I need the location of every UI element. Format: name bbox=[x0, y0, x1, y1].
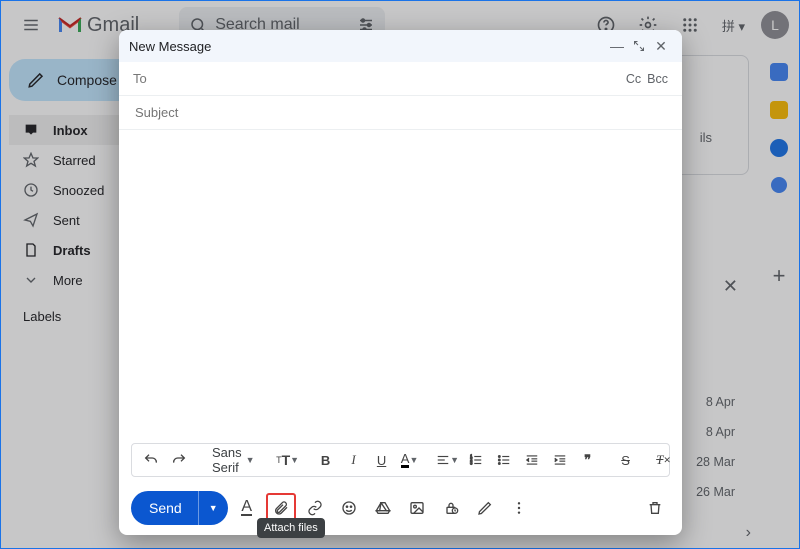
italic-icon[interactable]: I bbox=[341, 447, 367, 473]
to-input[interactable] bbox=[155, 70, 620, 87]
dialog-actions: Send ▼ A bbox=[119, 483, 682, 535]
underline-icon[interactable]: U bbox=[369, 447, 395, 473]
bulleted-list-icon[interactable] bbox=[491, 447, 517, 473]
message-body[interactable] bbox=[119, 130, 682, 443]
send-button[interactable]: Send ▼ bbox=[131, 491, 228, 525]
account-avatar[interactable]: L bbox=[761, 11, 789, 39]
addons-plus-icon[interactable]: + bbox=[773, 263, 786, 289]
dialog-title: New Message bbox=[129, 39, 211, 54]
clear-format-icon[interactable]: T✕ bbox=[651, 447, 677, 473]
calendar-icon[interactable] bbox=[770, 63, 788, 81]
input-method[interactable]: 拼 ▾ bbox=[722, 16, 745, 35]
font-selector[interactable]: Sans Serif▼ bbox=[204, 445, 263, 475]
quote-icon[interactable]: ❞ bbox=[575, 447, 601, 473]
signature-icon[interactable] bbox=[470, 493, 500, 523]
minimize-icon[interactable]: — bbox=[606, 35, 628, 57]
tasks-icon[interactable] bbox=[770, 139, 788, 157]
outdent-icon[interactable] bbox=[519, 447, 545, 473]
attach-tooltip: Attach files bbox=[257, 518, 325, 538]
file-icon bbox=[23, 242, 39, 258]
menu-icon[interactable] bbox=[15, 9, 47, 41]
expand-more-icon bbox=[23, 272, 39, 288]
drive-icon[interactable] bbox=[368, 493, 398, 523]
inbox-icon bbox=[23, 122, 39, 138]
svg-text:3: 3 bbox=[470, 461, 473, 466]
strikethrough-icon[interactable]: S bbox=[613, 447, 639, 473]
bcc-button[interactable]: Bcc bbox=[647, 72, 668, 86]
emoji-icon[interactable] bbox=[334, 493, 364, 523]
format-toolbar: Sans Serif▼ TT▼ B I U A▼ ▼ 123 ❞ S T✕ bbox=[131, 443, 670, 477]
keep-icon[interactable] bbox=[770, 101, 788, 119]
compose-dialog: New Message — ✕ To Cc Bcc Sans Serif▼ TT… bbox=[119, 30, 682, 535]
star-icon bbox=[23, 152, 39, 168]
image-icon[interactable] bbox=[402, 493, 432, 523]
to-row[interactable]: To Cc Bcc bbox=[119, 62, 682, 96]
clock-icon bbox=[23, 182, 39, 198]
subject-input[interactable] bbox=[133, 104, 668, 121]
text-color-icon[interactable]: A▼ bbox=[397, 447, 423, 473]
text-size-icon[interactable]: TT▼ bbox=[275, 447, 301, 473]
send-more-icon[interactable]: ▼ bbox=[198, 491, 228, 525]
close-icon[interactable]: ✕ bbox=[650, 35, 672, 57]
close-icon[interactable]: ✕ bbox=[723, 276, 738, 297]
indent-icon[interactable] bbox=[547, 447, 573, 473]
redo-icon[interactable] bbox=[166, 447, 192, 473]
chevron-right-icon[interactable]: › bbox=[746, 524, 751, 542]
send-icon bbox=[23, 212, 39, 228]
dialog-header[interactable]: New Message — ✕ bbox=[119, 30, 682, 62]
cc-button[interactable]: Cc bbox=[626, 72, 641, 86]
exit-fullscreen-icon[interactable] bbox=[628, 35, 650, 57]
contacts-icon[interactable] bbox=[771, 177, 787, 193]
numbered-list-icon[interactable]: 123 bbox=[463, 447, 489, 473]
align-icon[interactable]: ▼ bbox=[435, 447, 461, 473]
pencil-icon bbox=[27, 71, 45, 89]
trash-icon[interactable] bbox=[640, 493, 670, 523]
to-label: To bbox=[133, 71, 147, 86]
side-panel: + bbox=[759, 49, 799, 548]
subject-row[interactable] bbox=[119, 96, 682, 130]
more-icon[interactable] bbox=[504, 493, 534, 523]
confidential-icon[interactable] bbox=[436, 493, 466, 523]
undo-icon[interactable] bbox=[138, 447, 164, 473]
bold-icon[interactable]: B bbox=[313, 447, 339, 473]
